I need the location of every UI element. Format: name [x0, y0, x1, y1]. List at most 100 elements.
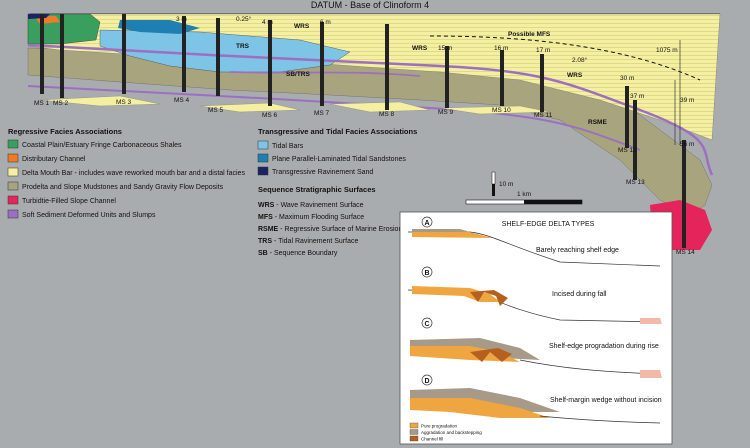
log-ms5	[216, 18, 220, 96]
log-ms11	[540, 54, 544, 112]
legend-transgressive-title: Transgressive and Tidal Facies Associati…	[258, 127, 417, 136]
distance-3m: 3 m	[176, 16, 187, 23]
legend-regressive: Regressive Facies Associations Coastal P…	[7, 127, 245, 219]
label-wrs-1: WRS	[294, 23, 310, 30]
legend-label-regressive-2: Delta Mouth Bar - includes wave reworked…	[22, 170, 245, 177]
distance-30m: 30 m	[620, 75, 634, 82]
legend-surface-abbr-3: TRS	[258, 238, 272, 245]
log-ms9	[445, 46, 449, 108]
legend-surface-0: WRS - Wave Ravinement Surface	[258, 202, 364, 209]
log-ms14	[682, 140, 686, 248]
distance-37m: 37 m	[630, 93, 644, 100]
legend-surface-abbr-4: SB	[258, 250, 268, 257]
inset-key-swatch-1	[409, 429, 419, 435]
distance-56m: 56 m	[680, 141, 694, 148]
panel-a-letter: A	[424, 220, 429, 227]
label-trs: TRS	[236, 43, 250, 50]
inset-key-swatch-0	[409, 422, 419, 429]
legend-surface-3: TRS - Tidal Ravinement Surface	[258, 238, 358, 245]
log-ms3	[122, 14, 126, 94]
legend-label-transgressive-0: Tidal Bars	[272, 143, 304, 150]
log-ms10	[500, 50, 504, 106]
section-ms2: MS 2	[53, 100, 69, 107]
label-wrs-2: WRS	[412, 45, 428, 52]
legend-label-regressive-5: Soft Sediment Deformed Units and Slumps	[22, 212, 156, 219]
legend-surface-1: MFS - Maximum Flooding Surface	[258, 214, 364, 221]
legend-surface-abbr-1: MFS	[258, 214, 273, 221]
inset-title: SHELF-EDGE DELTA TYPES	[502, 221, 595, 228]
section-ms11: MS 11	[534, 112, 553, 119]
legend-surface-2: RSME - Regressive Surface of Marine Eros…	[258, 226, 402, 233]
panel-c-caption: Shelf-edge progradation during rise	[549, 343, 659, 350]
section-ms9: MS 9	[438, 109, 454, 116]
log-ms4	[182, 16, 186, 92]
legend-surfaces-title: Sequence Stratigraphic Surfaces	[258, 185, 376, 194]
legend-swatch-transgressive-0	[257, 140, 269, 150]
legend-transgressive: Transgressive and Tidal Facies Associati…	[257, 127, 417, 176]
legend-surface-abbr-2: RSME	[258, 226, 279, 233]
log-ms13	[633, 100, 637, 180]
label-mfs: Possible MFS	[508, 31, 551, 38]
legend-label-regressive-1: Distributary Channel	[22, 156, 86, 163]
section-ms14: MS 14	[676, 249, 695, 256]
figure-canvas: DATUM - Base of Clinoform 4 WRS TRS SB/T…	[7, 0, 721, 445]
legend-surface-text-1: - Maximum Flooding Surface	[273, 214, 365, 221]
log-ms8	[385, 24, 389, 110]
legend-label-regressive-3: Prodelta and Slope Mudstones and Sandy G…	[22, 184, 224, 191]
panel-d-letter: D	[424, 378, 429, 385]
legend-surface-4: SB - Sequence Boundary	[258, 250, 338, 257]
section-ms13: MS 13	[626, 179, 645, 186]
legend-regressive-title: Regressive Facies Associations	[8, 127, 122, 136]
log-ms12	[625, 86, 629, 148]
distance-6m: 6 m	[320, 19, 331, 26]
inset-key-label-0: Pure progradation	[421, 424, 458, 429]
legend-surfaces: Sequence Stratigraphic Surfaces WRS - Wa…	[258, 185, 402, 257]
log-ms6	[268, 20, 272, 106]
distance-1075m: 1075 m	[656, 47, 678, 54]
legend-swatch-transgressive-2	[257, 166, 269, 176]
section-ms3: MS 3	[116, 99, 132, 106]
section-ms10: MS 10	[492, 107, 511, 114]
legend-label-regressive-4: Turbidtie-Filled Slope Channel	[22, 198, 116, 205]
distance-16m: 16 m	[494, 45, 508, 52]
distance-17m: 17 m	[536, 47, 550, 54]
section-ms7: MS 7	[314, 110, 330, 117]
datum-label: DATUM - Base of Clinoform 4	[311, 0, 429, 10]
legend-swatch-regressive-3	[7, 181, 19, 191]
legend-swatch-regressive-4	[7, 195, 19, 205]
panel-d-caption: Shelf-margin wedge without incision	[550, 397, 662, 404]
legend-swatch-regressive-5	[7, 209, 19, 219]
legend-swatch-regressive-0	[7, 139, 19, 149]
log-ms7	[320, 22, 324, 106]
label-sb-trs: SB/TRS	[286, 71, 311, 78]
section-ms4: MS 4	[174, 97, 190, 104]
inset-key-swatch-2	[409, 435, 419, 442]
distance-39m: 39 m	[680, 97, 694, 104]
legend-surface-text-2: - Regressive Surface of Marine Erosion	[278, 226, 402, 233]
legend-label-transgressive-2: Transgressive Ravinement Sand	[272, 169, 373, 176]
legend-swatch-regressive-1	[7, 153, 19, 163]
section-ms6: MS 6	[262, 112, 278, 119]
distance-15m: 15 m	[438, 45, 452, 52]
section-ms1: MS 1	[34, 100, 50, 107]
vertical-scale-label: 10 m	[499, 181, 513, 188]
legend-surface-abbr-0: WRS	[258, 202, 275, 209]
legend-swatch-regressive-2	[7, 167, 19, 177]
section-ms8: MS 8	[379, 111, 395, 118]
panel-b-caption: Incised during fall	[552, 291, 607, 298]
distance-angle-025: 0.25°	[236, 15, 252, 23]
inset-key-label-1: Aggradation and backstepping	[421, 430, 482, 435]
section-ms5: MS 5	[208, 107, 224, 114]
panel-a-caption: Barely reaching shelf edge	[536, 247, 619, 254]
distance-angle-208: 2.08°	[572, 56, 588, 64]
legend-label-transgressive-1: Plane Parallel-Laminated Tidal Sandstone…	[272, 156, 406, 163]
panel-b-letter: B	[424, 270, 429, 277]
inset-shelf-edge-delta: SHELF-EDGE DELTA TYPES A Barely reaching…	[399, 211, 673, 445]
log-ms1	[40, 14, 44, 94]
inset-key-label-2: Channel fill	[421, 437, 443, 442]
legend-surface-text-4: - Sequence Boundary	[268, 250, 338, 257]
label-wrs-3: WRS	[567, 72, 583, 79]
log-ms2	[60, 14, 64, 98]
horizontal-scale-label: 1 km	[517, 191, 531, 198]
panel-c-letter: C	[424, 321, 429, 328]
